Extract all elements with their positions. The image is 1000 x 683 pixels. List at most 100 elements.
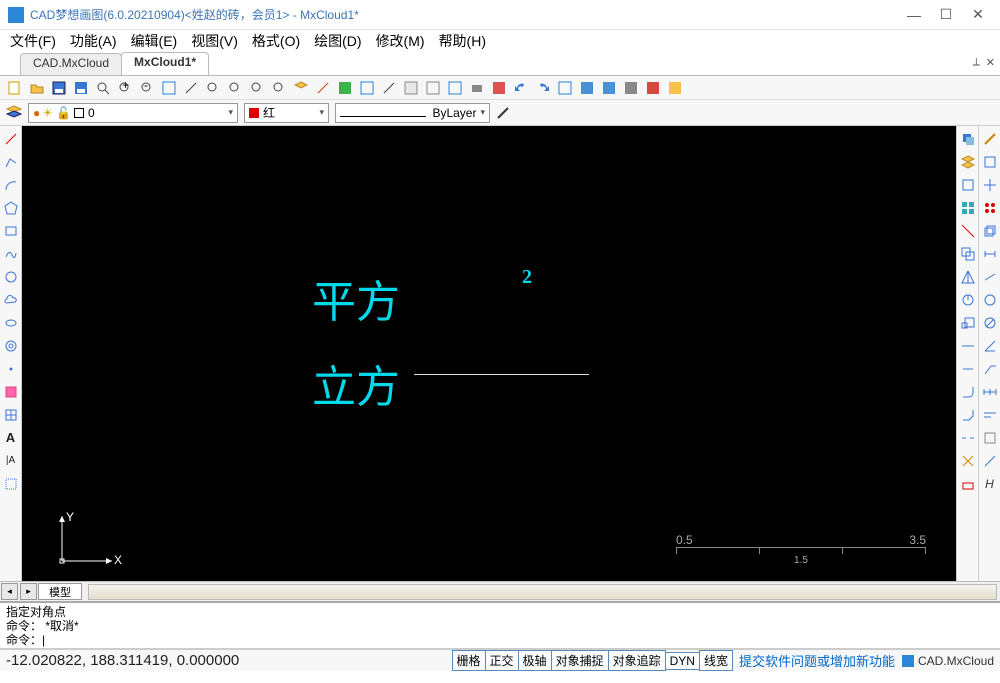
ellipse-tool-icon[interactable] [2,314,19,331]
undo-icon[interactable] [512,79,529,96]
scroll-first-icon[interactable]: ◂ [1,583,18,600]
zoom-in-icon[interactable]: + [116,79,133,96]
measure-icon[interactable] [182,79,199,96]
offset-icon[interactable] [959,245,976,262]
command-area[interactable]: 指定对角点 命令： *取消* 命令：| [0,601,1000,649]
edit-icon[interactable] [981,130,998,147]
hatch-icon[interactable] [402,79,419,96]
save-icon[interactable] [50,79,67,96]
menu-draw[interactable]: 绘图(D) [314,31,361,51]
move-icon[interactable] [981,176,998,193]
select-icon[interactable] [981,153,998,170]
grid-icon[interactable] [959,199,976,216]
dim-linear-icon[interactable] [981,245,998,262]
group-icon[interactable] [959,176,976,193]
point-tool-icon[interactable] [2,360,19,377]
layer-dropdown[interactable]: ●☀🔓 0 ▾ [28,103,238,123]
pencil-icon[interactable] [496,106,510,120]
match-icon[interactable] [981,452,998,469]
text-icon[interactable] [424,79,441,96]
maximize-button[interactable]: ☐ [932,5,960,25]
print-icon[interactable] [468,79,485,96]
new-icon[interactable] [6,79,23,96]
donut-tool-icon[interactable] [2,337,19,354]
feedback-link[interactable]: 提交软件问题或增加新功能 [739,651,895,670]
hatch-tool-icon[interactable] [2,406,19,423]
stretch-icon[interactable] [959,360,976,377]
block-icon[interactable] [446,79,463,96]
layers-icon[interactable] [959,153,976,170]
dim-style-icon[interactable] [981,429,998,446]
color-icon[interactable] [336,79,353,96]
minimize-button[interactable]: — [900,5,928,25]
explode-icon[interactable] [959,452,976,469]
chamfer-icon[interactable] [959,406,976,423]
erase-icon[interactable] [959,475,976,492]
rect-tool-icon[interactable] [2,222,19,239]
menu-edit[interactable]: 编辑(E) [131,31,178,51]
region-tool-icon[interactable] [2,475,19,492]
fillet-icon[interactable] [959,383,976,400]
color-dropdown[interactable]: 红 ▾ [244,103,329,123]
status-polar[interactable]: 极轴 [518,650,552,671]
menu-file[interactable]: 文件(F) [10,31,56,51]
dim-angular-icon[interactable] [981,337,998,354]
layer-icon[interactable] [292,79,309,96]
mtext-tool-icon[interactable]: |A [2,452,19,469]
scroll-prev-icon[interactable]: ▸ [20,583,37,600]
trim-icon[interactable] [959,222,976,239]
settings-icon[interactable]: H [981,475,998,492]
zoom-obj-icon[interactable] [270,79,287,96]
rotate-icon[interactable] [959,291,976,308]
menu-modify[interactable]: 修改(M) [376,31,425,51]
redo-icon[interactable] [534,79,551,96]
text-tool-icon[interactable]: A [2,429,19,446]
menu-format[interactable]: 格式(O) [252,31,300,51]
linetype-icon[interactable] [358,79,375,96]
export-icon[interactable] [490,79,507,96]
insert-tool-icon[interactable] [2,383,19,400]
doc-tab-1[interactable]: CAD.MxCloud [20,53,122,75]
arc-tool-icon[interactable] [2,176,19,193]
polygon-tool-icon[interactable] [2,199,19,216]
dim-diameter-icon[interactable] [981,314,998,331]
zoom-all-icon[interactable] [94,79,111,96]
menu-help[interactable]: 帮助(H) [439,31,486,51]
properties-icon[interactable] [556,79,573,96]
pan-icon[interactable] [226,79,243,96]
saveas-icon[interactable] [72,79,89,96]
zoom-prev-icon[interactable] [248,79,265,96]
zoom-out-icon[interactable]: - [138,79,155,96]
mirror-icon[interactable] [959,268,976,285]
status-osnap[interactable]: 对象捕捉 [551,650,609,671]
cloud-tool-icon[interactable] [2,291,19,308]
array-icon[interactable] [981,199,998,216]
status-dyn[interactable]: DYN [665,652,700,670]
status-lwt[interactable]: 线宽 [699,650,733,671]
dim-base-icon[interactable] [981,406,998,423]
purge-icon[interactable] [600,79,617,96]
dim-aligned-icon[interactable] [981,268,998,285]
help-icon[interactable] [666,79,683,96]
dim-radius-icon[interactable] [981,291,998,308]
menu-view[interactable]: 视图(V) [191,31,238,51]
zoom-extent-icon[interactable] [160,79,177,96]
status-otrack[interactable]: 对象追踪 [608,650,666,671]
tab-close-icon[interactable]: ✕ [986,56,995,69]
spline-tool-icon[interactable] [2,245,19,262]
copy-prop-icon[interactable] [959,130,976,147]
open-icon[interactable] [28,79,45,96]
dim-icon[interactable] [380,79,397,96]
menu-function[interactable]: 功能(A) [70,31,117,51]
pline-tool-icon[interactable] [2,153,19,170]
calc-icon[interactable] [578,79,595,96]
zoom-window-icon[interactable] [204,79,221,96]
status-ortho[interactable]: 正交 [485,650,519,671]
refresh-icon[interactable] [622,79,639,96]
circle-tool-icon[interactable] [2,268,19,285]
close-button[interactable]: ✕ [964,5,992,25]
status-grid[interactable]: 栅格 [452,650,486,671]
leader-icon[interactable] [981,360,998,377]
model-tab[interactable]: 模型 [38,583,82,600]
layer-manager-icon[interactable] [6,105,22,121]
